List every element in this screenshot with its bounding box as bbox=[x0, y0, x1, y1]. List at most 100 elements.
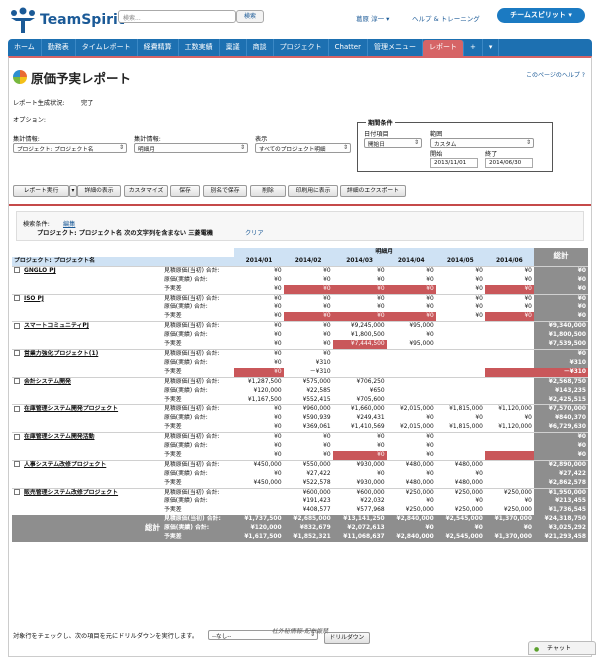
tab-8[interactable]: Chatter bbox=[329, 39, 368, 56]
project-name-link[interactable]: 営業力強化プロジェクト(1) bbox=[24, 351, 98, 357]
value-cell: ¥0 bbox=[426, 276, 434, 283]
project-name-link[interactable]: GNGLO PJ bbox=[24, 268, 56, 274]
tab-bar: ホーム 勤務表 タイムレポート 経費精算 工数実績 稟議 商談 プロジェクト Chatter 管理… bbox=[8, 39, 592, 56]
project-name-link[interactable]: 販売管理システム改修プロジェクト bbox=[24, 490, 118, 496]
value-cell bbox=[234, 487, 284, 498]
help-training-link[interactable]: ヘルプ & トレーニング bbox=[412, 13, 480, 23]
row-checkbox[interactable] bbox=[14, 378, 20, 385]
summary1-select[interactable]: プロジェクト: プロジェクト名 bbox=[13, 143, 127, 153]
toolbar-button-8[interactable]: 詳細のエクスポート bbox=[340, 185, 406, 197]
value-cell: ¥0 bbox=[274, 443, 282, 450]
row-checkbox[interactable] bbox=[14, 295, 20, 302]
teamspirit-logo[interactable]: TeamSpirit bbox=[8, 6, 128, 34]
project-name-link[interactable]: 在庫管理システム開発活動 bbox=[24, 434, 95, 440]
tab-0[interactable]: ホーム bbox=[8, 39, 42, 56]
value-cell bbox=[436, 359, 485, 368]
value-cell bbox=[436, 331, 485, 340]
value-cell: ¥0 bbox=[475, 313, 483, 320]
toolbar-button-7[interactable]: 印刷用に表示 bbox=[288, 185, 338, 197]
range-label: 範囲 bbox=[430, 131, 443, 138]
toolbar-button-5[interactable]: 別名で保存 bbox=[203, 185, 247, 197]
tab-5[interactable]: 稟議 bbox=[220, 39, 247, 56]
tab-1[interactable]: 勤務表 bbox=[42, 39, 76, 56]
value-cell: ¥0 bbox=[323, 332, 331, 339]
app-switcher-button[interactable]: チームスピリット ▾ bbox=[497, 8, 585, 23]
value-cell: ¥0 bbox=[323, 451, 331, 458]
metric-label: 予実差 bbox=[164, 451, 182, 458]
filter-clear-link[interactable]: クリア bbox=[245, 228, 264, 237]
tab-10[interactable]: レポート bbox=[422, 40, 464, 56]
row-checkbox[interactable] bbox=[14, 433, 20, 440]
row-checkbox[interactable] bbox=[14, 322, 20, 329]
search-input[interactable]: 検索... bbox=[118, 10, 236, 23]
value-cell: ¥575,000 bbox=[283, 376, 333, 387]
toolbar-button-0[interactable]: レポート実行 bbox=[13, 185, 69, 197]
month-header: 2014/05 bbox=[435, 256, 485, 267]
month-header: 2014/06 bbox=[484, 256, 534, 267]
row-checkbox[interactable] bbox=[14, 267, 20, 274]
project-name-link[interactable]: 会計システム開発 bbox=[24, 379, 71, 385]
chat-widget[interactable]: ● チャット bbox=[528, 641, 596, 655]
value-cell: ¥450,000 bbox=[253, 479, 282, 486]
search-button[interactable]: 検索 bbox=[236, 10, 264, 23]
metric-label: 予実差 bbox=[164, 396, 182, 403]
value-cell: ¥0 bbox=[332, 293, 387, 304]
value-cell: ¥0 bbox=[274, 359, 282, 366]
page-help-link[interactable]: このページのヘルプ ? bbox=[526, 70, 585, 79]
value-cell: ¥0 bbox=[484, 284, 534, 295]
value-cell: ¥550,000 bbox=[283, 459, 333, 470]
value-cell bbox=[484, 367, 534, 378]
range-select[interactable]: カスタム bbox=[430, 138, 534, 148]
value-cell: ¥1,800,500 bbox=[350, 332, 385, 339]
tab-4[interactable]: 工数実績 bbox=[179, 39, 220, 56]
row-checkbox[interactable] bbox=[14, 350, 20, 357]
project-name-link[interactable]: スマートコミュニティPJ bbox=[24, 323, 89, 329]
metric-label: 予実差 bbox=[164, 313, 182, 320]
row-checkbox[interactable] bbox=[14, 489, 20, 496]
tab-11[interactable]: + bbox=[464, 39, 483, 56]
tab-6[interactable]: 商談 bbox=[247, 39, 274, 56]
project-name-link[interactable]: 在庫管理システム開発プロジェクト bbox=[24, 406, 118, 412]
value-cell: ¥0 bbox=[386, 284, 436, 295]
tab-2[interactable]: タイムレポート bbox=[76, 39, 138, 56]
row-checkbox[interactable] bbox=[14, 405, 20, 412]
row-checkbox[interactable] bbox=[14, 461, 20, 468]
value-cell: ¥480,000 bbox=[454, 479, 483, 486]
start-date-input[interactable]: 2013/11/01 bbox=[430, 158, 478, 168]
toolbar-button-2[interactable]: 詳細の表示 bbox=[77, 185, 121, 197]
display-select[interactable]: すべてのプロジェクト明細 bbox=[255, 143, 351, 153]
row-total-cell: ¥0 bbox=[533, 442, 588, 451]
date-item-select[interactable]: 開始日 bbox=[364, 138, 422, 148]
end-date-input[interactable]: 2014/06/30 bbox=[485, 158, 533, 168]
value-cell: ¥706,250 bbox=[332, 376, 387, 387]
value-cell bbox=[387, 387, 436, 396]
value-cell bbox=[484, 348, 534, 359]
value-cell: ¥250,000 bbox=[435, 487, 485, 498]
filter-edit-link[interactable]: 編集 bbox=[63, 219, 75, 228]
value-cell bbox=[485, 470, 534, 479]
tab-7[interactable]: プロジェクト bbox=[274, 39, 329, 56]
summary2-select[interactable]: 明細月 bbox=[134, 143, 248, 153]
project-header: プロジェクト: プロジェクト名 bbox=[12, 256, 162, 267]
value-cell: ¥0 bbox=[332, 284, 387, 295]
project-name-link[interactable]: ISO PJ bbox=[24, 296, 44, 302]
value-cell bbox=[436, 387, 485, 396]
tab-9[interactable]: 管理メニュー bbox=[368, 39, 423, 56]
tab-12[interactable]: ▾ bbox=[483, 39, 500, 56]
tab-3[interactable]: 経費精算 bbox=[138, 39, 179, 56]
user-menu[interactable]: 葛原 淳一 ▾ bbox=[356, 13, 389, 23]
row-checkbox-cell bbox=[12, 487, 22, 516]
metric-label: 見積原価(当初) 合計: bbox=[162, 404, 235, 415]
value-cell bbox=[485, 442, 534, 451]
value-cell: ¥0 bbox=[274, 304, 282, 311]
value-cell bbox=[436, 442, 485, 451]
project-name-link[interactable]: 人事システム改修プロジェクト bbox=[24, 462, 106, 468]
value-cell: ¥0 bbox=[435, 293, 485, 304]
value-cell bbox=[435, 432, 485, 443]
toolbar-button-1[interactable]: ▾ bbox=[69, 185, 77, 197]
row-total-cell: ¥310 bbox=[533, 358, 588, 368]
toolbar-button-6[interactable]: 削除 bbox=[250, 185, 286, 197]
toolbar-button-4[interactable]: 保存 bbox=[170, 185, 200, 197]
value-cell: ¥0 bbox=[274, 313, 282, 320]
toolbar-button-3[interactable]: カスタマイズ bbox=[124, 185, 168, 197]
